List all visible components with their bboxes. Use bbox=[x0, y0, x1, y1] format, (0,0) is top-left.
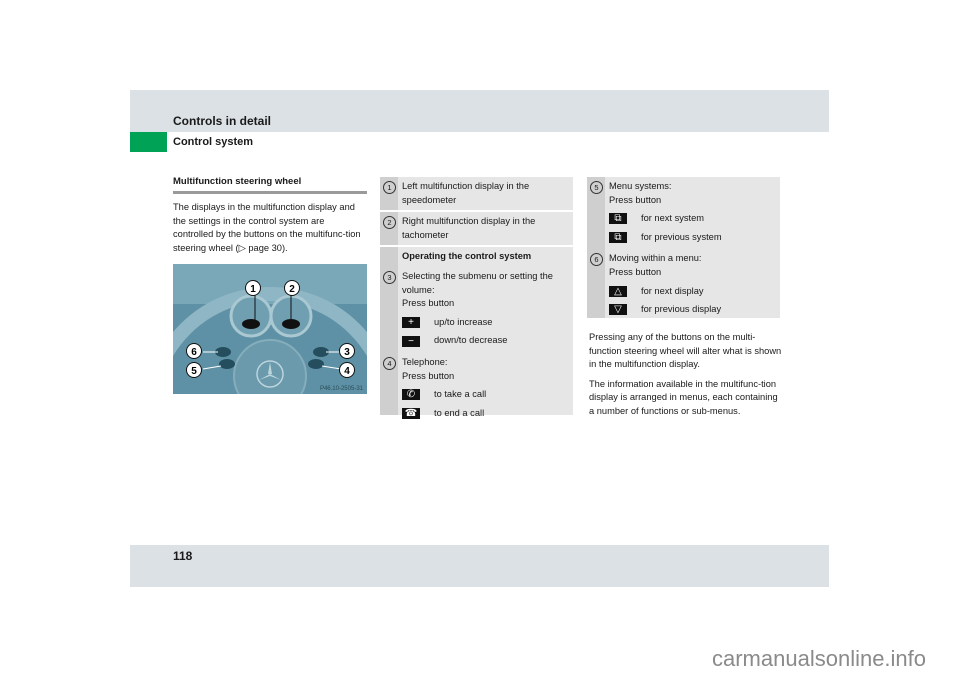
section-heading: Multifunction steering wheel bbox=[173, 176, 367, 194]
next-system-icon: ⧉ bbox=[609, 213, 627, 225]
callout-4: 4 bbox=[344, 366, 350, 377]
intro-paragraph: The displays in the multifunction displa… bbox=[173, 202, 361, 253]
minus-icon: − bbox=[402, 335, 420, 347]
legend-item-1: 1 Left multifunction display in the spee… bbox=[380, 177, 573, 213]
legend-item-2: 2 Right multifunction display in the tac… bbox=[380, 212, 573, 248]
phone-hangup-icon: ☎ bbox=[402, 408, 420, 420]
page-number: 118 bbox=[173, 549, 193, 563]
chapter-title: Controls in detail bbox=[173, 114, 272, 128]
callout-6: 6 bbox=[191, 347, 197, 358]
callout-1: 1 bbox=[250, 284, 256, 295]
legend-item-4: 4 Telephone: Press button ✆ to take a cal… bbox=[380, 353, 573, 425]
watermark: carmanualsonline.info bbox=[712, 646, 927, 671]
up-arrow-icon: △ bbox=[609, 285, 627, 297]
steering-wheel-figure: 1 2 3 4 5 6 P46.10-2505-31 bbox=[173, 264, 367, 394]
legend-panel-right: 5 Menu systems: Press button ⧉ for next s… bbox=[587, 177, 780, 318]
down-arrow-icon: ▽ bbox=[609, 304, 627, 316]
column-intro: Multifunction steering wheel The display… bbox=[173, 176, 367, 394]
legend-item-6: 6 Moving within a menu: Press button △ fo… bbox=[587, 249, 780, 321]
legend-item-3: 3 Selecting the submenu or setting the v… bbox=[380, 267, 573, 353]
legend-item-5: 5 Menu systems: Press button ⧉ for next s… bbox=[587, 177, 780, 249]
figure-code: P46.10-2505-31 bbox=[320, 386, 364, 392]
previous-system-icon: ⧉ bbox=[609, 232, 627, 244]
footer-band bbox=[130, 545, 829, 587]
callout-3: 3 bbox=[344, 347, 350, 358]
body-paragraph: Pressing any of the buttons on the multi… bbox=[589, 332, 782, 369]
callout-5: 5 bbox=[191, 366, 197, 377]
body-paragraph: The information available in the multifu… bbox=[589, 378, 778, 416]
legend-panel-left: 1 Left multifunction display in the spee… bbox=[380, 177, 573, 420]
steering-wheel-illustration: 1 2 3 4 5 6 P46.10-2505-31 bbox=[173, 264, 367, 394]
section-marker bbox=[130, 132, 167, 152]
section-title: Control system bbox=[173, 136, 254, 148]
column-body-text: Pressing any of the buttons on the multi… bbox=[589, 331, 783, 424]
callout-2: 2 bbox=[289, 284, 295, 295]
legend-subheading: Operating the control system bbox=[402, 251, 532, 262]
phone-pickup-icon: ✆ bbox=[402, 389, 420, 401]
plus-icon: + bbox=[402, 317, 420, 329]
